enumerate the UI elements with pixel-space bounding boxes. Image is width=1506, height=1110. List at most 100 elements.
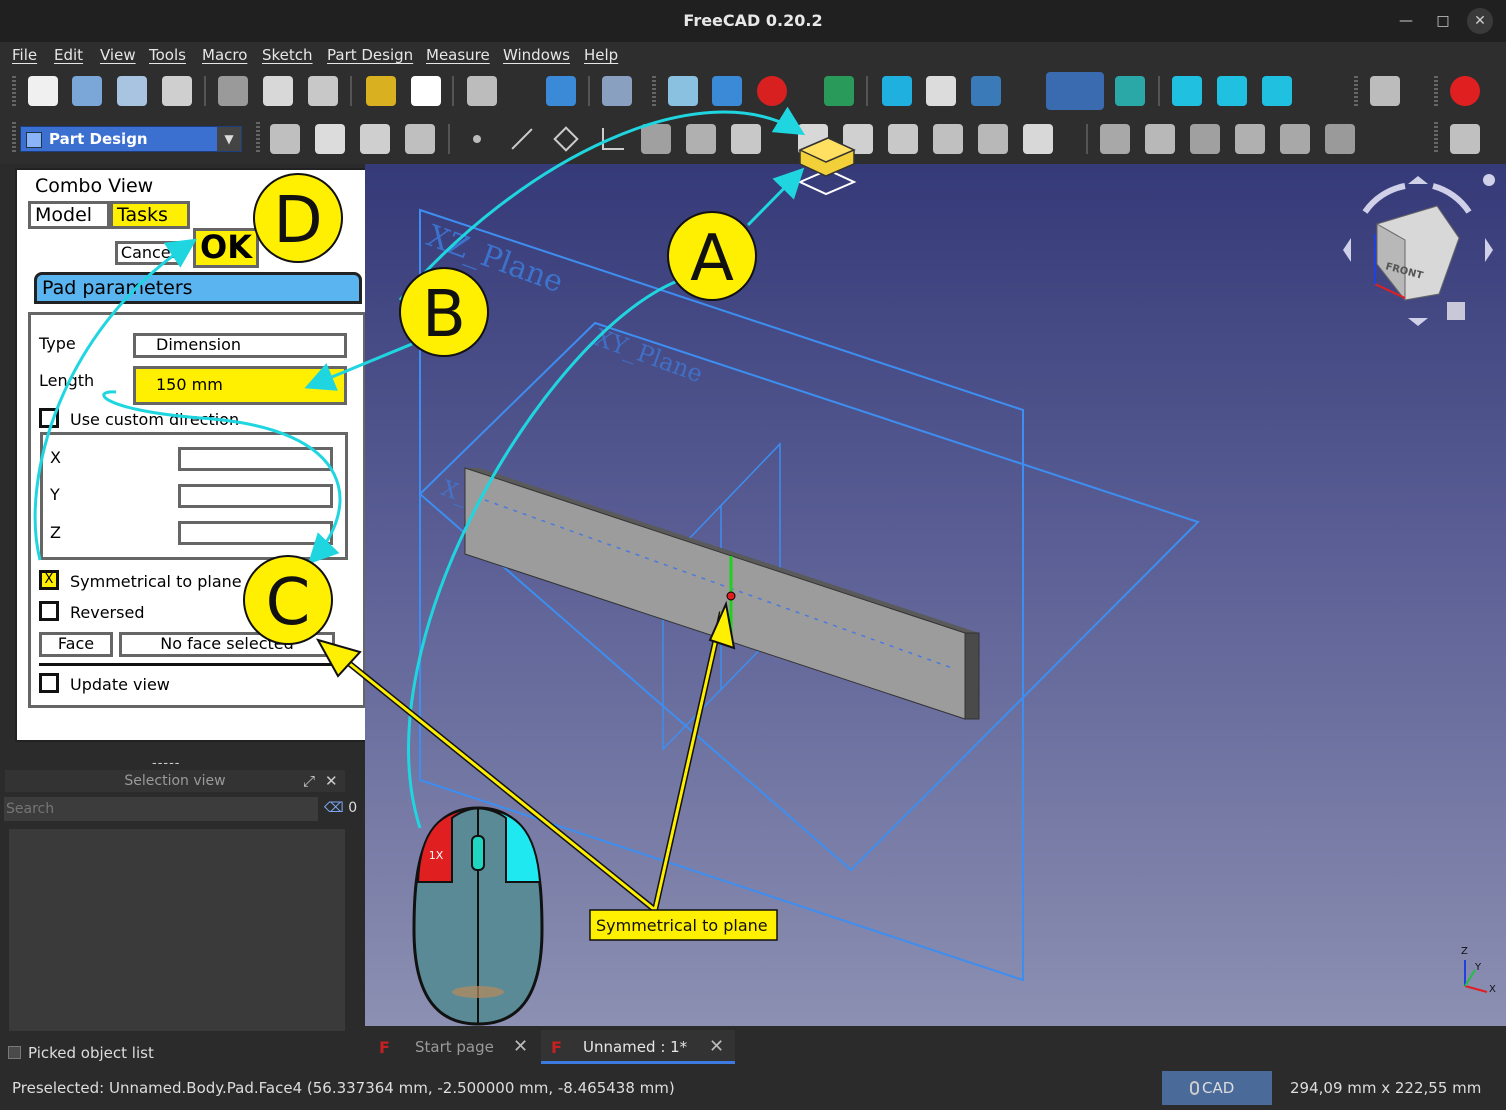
close-tab-icon[interactable]: ✕ bbox=[709, 1036, 724, 1057]
subtractive-helix-icon[interactable] bbox=[1325, 124, 1355, 154]
toolbar-grip[interactable] bbox=[12, 76, 16, 108]
isometric-view-icon[interactable] bbox=[1115, 76, 1145, 106]
sub-shape-binder-icon[interactable] bbox=[641, 124, 671, 154]
front-view-icon[interactable] bbox=[1172, 76, 1202, 106]
forward-arrow-icon[interactable] bbox=[926, 76, 956, 106]
save-icon[interactable] bbox=[117, 76, 147, 106]
pad-solid[interactable] bbox=[464, 467, 980, 720]
fit-all-icon[interactable] bbox=[668, 76, 698, 106]
paste-icon[interactable] bbox=[308, 76, 338, 106]
search-input[interactable] bbox=[4, 797, 318, 821]
ok-button[interactable]: OK bbox=[193, 228, 259, 268]
selection-list[interactable] bbox=[9, 829, 345, 1031]
menu-file[interactable]: File bbox=[12, 46, 37, 64]
pad-parameters-header[interactable]: Pad parameters bbox=[34, 272, 362, 304]
sync-view-icon[interactable] bbox=[971, 76, 1001, 106]
datum-plane-icon[interactable] bbox=[551, 124, 581, 154]
sketch-icon[interactable] bbox=[315, 124, 345, 154]
menu-tools[interactable]: Tools bbox=[149, 46, 186, 64]
pad-icon[interactable] bbox=[798, 124, 828, 154]
groove-icon[interactable] bbox=[1190, 124, 1220, 154]
menu-windows[interactable]: Windows bbox=[503, 46, 570, 64]
hole-icon[interactable] bbox=[1145, 124, 1175, 154]
body-icon[interactable] bbox=[270, 124, 300, 154]
minimize-button[interactable]: — bbox=[1393, 8, 1419, 34]
reference-icon[interactable] bbox=[686, 124, 716, 154]
print-icon[interactable] bbox=[162, 76, 192, 106]
menu-edit[interactable]: Edit bbox=[54, 46, 83, 64]
close-icon[interactable]: ✕ bbox=[325, 772, 338, 790]
shape-binder-icon[interactable] bbox=[360, 124, 390, 154]
redo-icon[interactable] bbox=[411, 76, 441, 106]
menu-measure[interactable]: Measure bbox=[426, 46, 490, 64]
dock-splitter[interactable]: ----- bbox=[152, 756, 180, 771]
menu-sketch[interactable]: Sketch bbox=[262, 46, 313, 64]
draw-style-icon[interactable] bbox=[757, 76, 787, 106]
menu-macro[interactable]: Macro bbox=[202, 46, 247, 64]
picked-object-checkbox[interactable] bbox=[8, 1046, 21, 1059]
length-label: Length bbox=[39, 371, 95, 390]
tab-tasks[interactable]: Tasks bbox=[110, 201, 190, 229]
new-file-icon[interactable] bbox=[28, 76, 58, 106]
open-file-icon[interactable] bbox=[72, 76, 102, 106]
freecad-icon: F bbox=[551, 1038, 562, 1057]
subtractive-loft-icon[interactable] bbox=[1235, 124, 1265, 154]
loft-icon[interactable] bbox=[888, 124, 918, 154]
additive-helix-icon[interactable] bbox=[978, 124, 1008, 154]
clear-search-icon[interactable]: ⌫ bbox=[324, 800, 344, 816]
fit-selection-icon[interactable] bbox=[712, 76, 742, 106]
main-toolbar bbox=[0, 70, 1506, 114]
tab-start-page[interactable]: F Start page ✕ bbox=[369, 1030, 535, 1064]
menu-help[interactable]: Help bbox=[584, 46, 618, 64]
bounding-box-icon[interactable] bbox=[824, 76, 854, 106]
tab-unnamed[interactable]: F Unnamed : 1* ✕ bbox=[541, 1030, 735, 1064]
close-button[interactable]: ✕ bbox=[1467, 8, 1493, 34]
pipe-icon[interactable] bbox=[933, 124, 963, 154]
recompute-icon[interactable] bbox=[546, 76, 576, 106]
helix-icon[interactable] bbox=[731, 124, 761, 154]
pocket-icon[interactable] bbox=[1100, 124, 1130, 154]
revolution-icon[interactable] bbox=[843, 124, 873, 154]
x-input[interactable] bbox=[178, 447, 333, 471]
menu-part-design[interactable]: Part Design bbox=[327, 46, 413, 64]
back-arrow-icon[interactable] bbox=[882, 76, 912, 106]
update-view-checkbox[interactable] bbox=[39, 673, 59, 693]
copy-icon[interactable] bbox=[263, 76, 293, 106]
local-coordinate-icon[interactable] bbox=[596, 124, 626, 154]
reversed-checkbox[interactable] bbox=[39, 601, 59, 621]
close-tab-icon[interactable]: ✕ bbox=[513, 1036, 528, 1057]
subtractive-pipe-icon[interactable] bbox=[1280, 124, 1310, 154]
length-input[interactable]: 150 mm bbox=[133, 366, 347, 405]
whats-this-icon[interactable] bbox=[602, 76, 632, 106]
undo-icon[interactable] bbox=[366, 76, 396, 106]
custom-direction-checkbox[interactable] bbox=[39, 408, 59, 428]
additive-primitive-icon[interactable] bbox=[1023, 124, 1053, 154]
mouse-icon bbox=[1190, 1081, 1199, 1095]
datum-line-icon[interactable] bbox=[506, 124, 536, 154]
chevron-down-icon[interactable]: ▼ bbox=[217, 127, 241, 151]
macro-icon[interactable] bbox=[1370, 76, 1400, 106]
datum-point-icon[interactable] bbox=[462, 124, 492, 154]
top-view-icon[interactable] bbox=[1217, 76, 1247, 106]
navigation-style-button[interactable]: CAD bbox=[1162, 1071, 1272, 1105]
symmetrical-checkbox[interactable]: X bbox=[39, 570, 59, 590]
z-input[interactable] bbox=[178, 521, 333, 545]
cut-icon[interactable] bbox=[218, 76, 248, 106]
workbench-selector[interactable]: Part Design ▼ bbox=[20, 126, 242, 152]
clone-icon[interactable] bbox=[405, 124, 435, 154]
face-button[interactable]: Face bbox=[39, 632, 113, 657]
cancel-button[interactable]: Cancel bbox=[115, 241, 181, 265]
float-icon[interactable]: ⤢ bbox=[303, 772, 315, 790]
navigation-cube[interactable]: FRONT bbox=[1343, 174, 1495, 326]
tab-model[interactable]: Model bbox=[28, 201, 110, 229]
right-view-icon[interactable] bbox=[1262, 76, 1292, 106]
menu-view[interactable]: View bbox=[100, 46, 136, 64]
measure-icon[interactable] bbox=[1450, 124, 1480, 154]
std-views-zoom-icon[interactable] bbox=[1046, 72, 1104, 110]
3d-viewport[interactable]: XZ_Plane XY_Plane X_Axis FRONT bbox=[365, 164, 1506, 1026]
y-input[interactable] bbox=[178, 484, 333, 508]
maximize-button[interactable]: □ bbox=[1430, 8, 1456, 34]
record-macro-icon[interactable] bbox=[1450, 76, 1480, 106]
refresh-check-icon[interactable] bbox=[467, 76, 497, 106]
type-select[interactable]: Dimension bbox=[133, 333, 347, 358]
